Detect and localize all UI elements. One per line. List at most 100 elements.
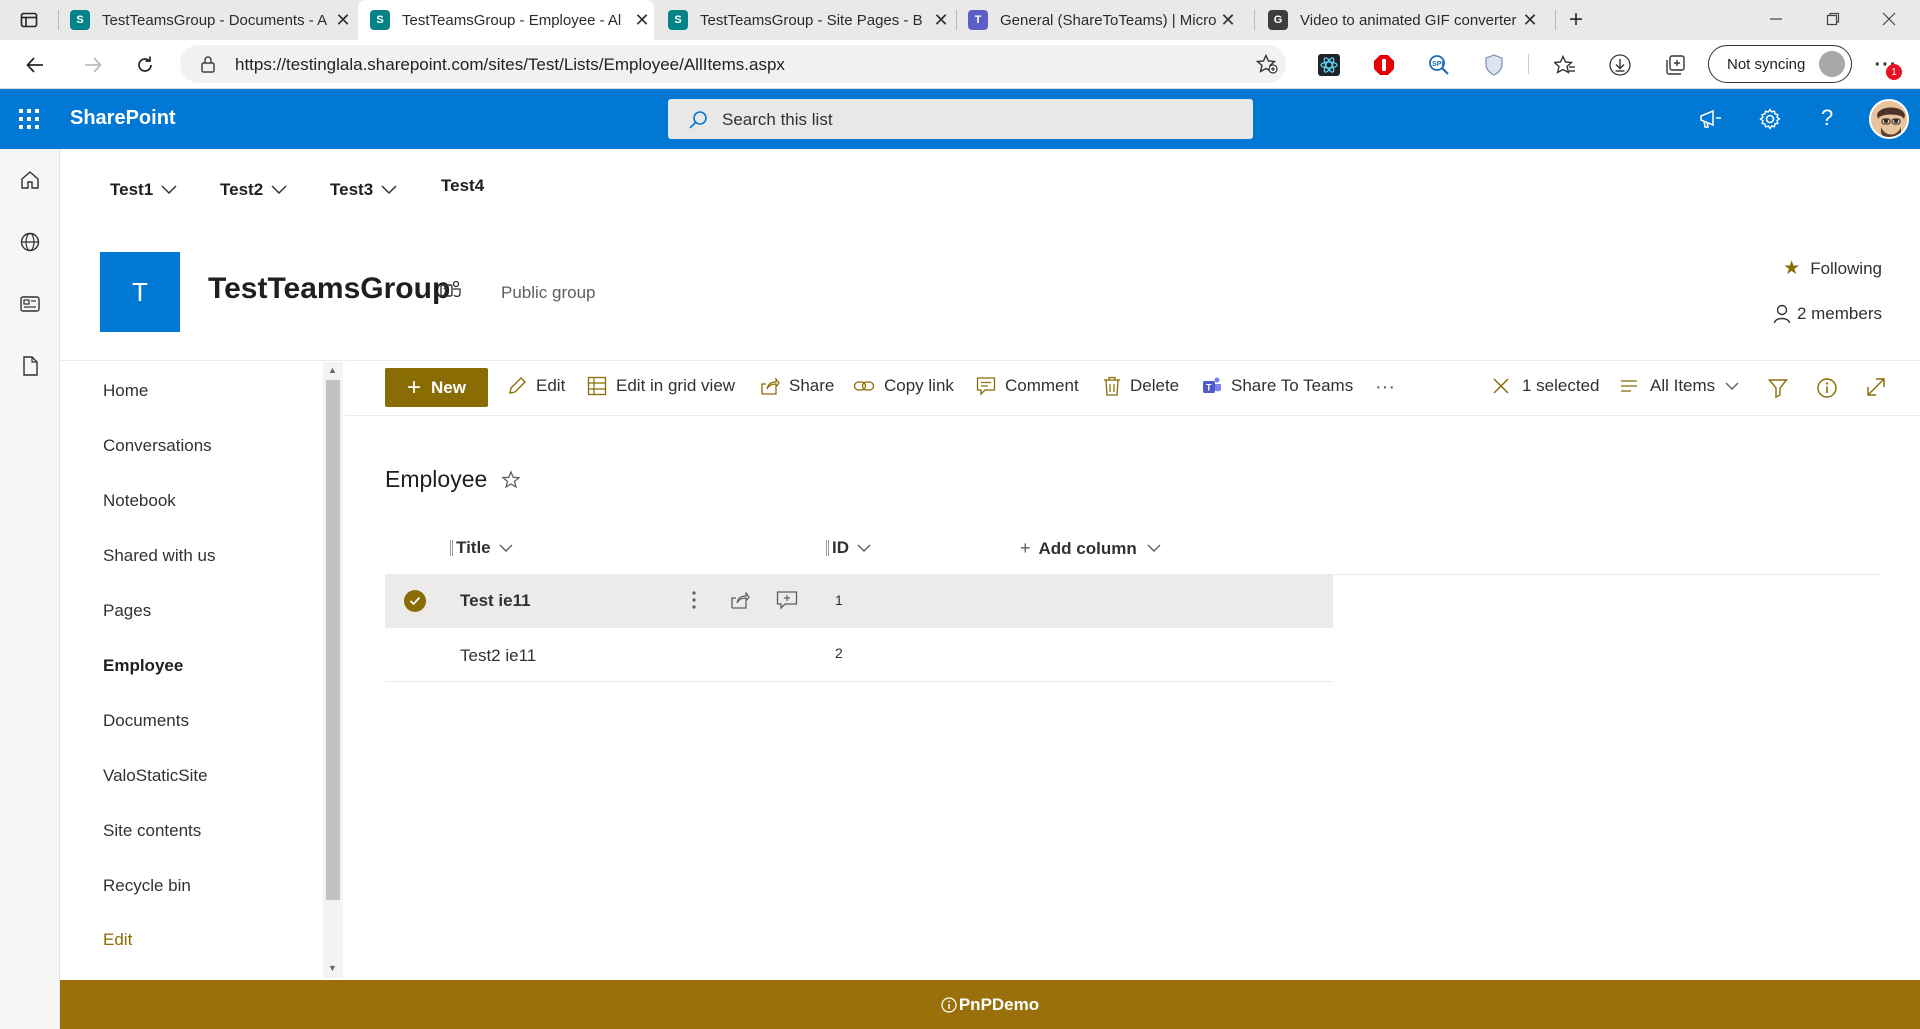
browser-tab-teams[interactable]: T General (ShareToTeams) | Micros ✕ <box>968 0 1240 40</box>
more-actions-icon[interactable] <box>691 589 697 611</box>
nav-notebook[interactable]: Notebook <box>103 491 176 511</box>
copy-link-button[interactable]: Copy link <box>853 376 954 396</box>
forward-icon[interactable] <box>80 52 106 78</box>
user-avatar[interactable] <box>1869 99 1909 139</box>
collections-icon[interactable] <box>1662 52 1688 78</box>
minimize-icon[interactable] <box>1763 6 1789 32</box>
nav-valostaticsite[interactable]: ValoStaticSite <box>103 766 208 786</box>
close-tab-icon[interactable]: ✕ <box>331 10 355 31</box>
copy-link-label: Copy link <box>884 376 954 395</box>
browser-tab-site-pages[interactable]: S TestTeamsGroup - Site Pages - B ✕ <box>668 0 953 40</box>
table-row[interactable]: Test2 ie11 2 <box>385 629 1333 682</box>
close-tab-icon[interactable]: ✕ <box>1518 10 1542 31</box>
nav-documents[interactable]: Documents <box>103 711 189 731</box>
add-column-button[interactable]: + Add column <box>1020 538 1161 559</box>
back-icon[interactable] <box>22 52 48 78</box>
favorite-star-icon[interactable] <box>501 469 521 490</box>
browser-tab-gif-converter[interactable]: G Video to animated GIF converter ✕ <box>1268 0 1542 40</box>
nav-conversations[interactable]: Conversations <box>103 436 212 456</box>
new-button[interactable]: + New <box>385 368 488 407</box>
following-button[interactable]: ★ Following <box>1783 257 1882 280</box>
nav-recycle-bin[interactable]: Recycle bin <box>103 876 191 896</box>
close-window-icon[interactable] <box>1876 6 1902 32</box>
browser-tab-employee[interactable]: S TestTeamsGroup - Employee - Al ✕ <box>358 0 654 40</box>
nav-home[interactable]: Home <box>103 381 148 401</box>
chevron-down-icon <box>381 185 397 195</box>
tab-actions-icon[interactable] <box>16 7 42 33</box>
share-to-teams-button[interactable]: T Share To Teams <box>1202 376 1353 396</box>
topnav-test3[interactable]: Test3 <box>330 180 397 200</box>
star-filled-icon: ★ <box>1783 258 1801 279</box>
comment-button[interactable]: Comment <box>976 376 1079 396</box>
address-toolbar: https://testinglala.sharepoint.com/sites… <box>0 40 1920 89</box>
nav-scrollbar-thumb[interactable] <box>326 380 340 900</box>
filter-icon[interactable] <box>1768 378 1788 398</box>
share-icon[interactable] <box>730 590 752 610</box>
profile-sync-button[interactable]: Not syncing <box>1708 45 1852 83</box>
nav-employee[interactable]: Employee <box>103 656 183 676</box>
topnav-label: Test3 <box>330 180 374 199</box>
close-tab-icon[interactable]: ✕ <box>630 10 654 31</box>
nav-pages[interactable]: Pages <box>103 601 151 621</box>
more-commands-button[interactable]: ··· <box>1375 376 1395 399</box>
refresh-icon[interactable] <box>132 52 158 78</box>
fullscreen-icon[interactable] <box>1866 377 1886 397</box>
cell-title[interactable]: Test ie11 <box>460 591 531 611</box>
document-icon[interactable] <box>19 355 41 377</box>
info-icon[interactable] <box>1816 377 1838 399</box>
nav-edit-link[interactable]: Edit <box>103 930 132 950</box>
nav-site-contents[interactable]: Site contents <box>103 821 201 841</box>
svg-text:SPI: SPI <box>1432 61 1443 68</box>
view-selector[interactable]: All Items <box>1620 376 1739 396</box>
topnav-test2[interactable]: Test2 <box>220 180 287 200</box>
add-favorite-icon[interactable] <box>1256 54 1278 74</box>
shield-icon[interactable] <box>1481 52 1507 78</box>
scroll-up-icon[interactable]: ▲ <box>328 365 337 375</box>
scroll-down-icon[interactable]: ▼ <box>328 963 337 973</box>
delete-button[interactable]: Delete <box>1103 376 1179 396</box>
app-launcher-icon[interactable] <box>19 109 39 129</box>
close-icon <box>1493 378 1509 394</box>
settings-gear-icon[interactable] <box>1758 107 1782 131</box>
restore-icon[interactable] <box>1820 6 1846 32</box>
react-devtools-icon[interactable] <box>1316 52 1342 78</box>
lock-icon[interactable] <box>200 55 216 73</box>
search-input[interactable]: Search this list <box>668 99 1253 139</box>
share-button[interactable]: Share <box>760 376 834 396</box>
members-button[interactable]: 2 members <box>1773 304 1882 324</box>
topnav-test1[interactable]: Test1 <box>110 180 177 200</box>
globe-icon[interactable] <box>19 231 41 253</box>
column-resize-handle[interactable] <box>826 540 829 556</box>
table-row[interactable]: Test ie11 1 <box>385 575 1333 628</box>
close-tab-icon[interactable]: ✕ <box>1216 10 1240 31</box>
cell-title[interactable]: Test2 ie11 <box>460 646 536 666</box>
topnav-test4[interactable]: Test4 <box>441 176 484 196</box>
members-label: 2 members <box>1796 304 1882 323</box>
adblock-icon[interactable] <box>1371 52 1397 78</box>
favorites-icon[interactable] <box>1552 52 1578 78</box>
add-comment-icon[interactable] <box>776 590 798 610</box>
column-header-id[interactable]: ID <box>826 538 871 558</box>
news-icon[interactable] <box>19 293 41 315</box>
home-icon[interactable] <box>19 169 41 191</box>
browser-tab-documents[interactable]: S TestTeamsGroup - Documents - A ✕ <box>70 0 355 40</box>
sp-editor-icon[interactable]: SPI <box>1426 52 1452 78</box>
url-text[interactable]: https://testinglala.sharepoint.com/sites… <box>235 55 785 75</box>
edit-button[interactable]: Edit <box>507 376 565 396</box>
edit-grid-button[interactable]: Edit in grid view <box>587 376 735 396</box>
new-tab-icon[interactable]: + <box>1563 6 1589 33</box>
downloads-icon[interactable] <box>1607 52 1633 78</box>
site-title[interactable]: TestTeamsGroup <box>208 272 450 306</box>
column-header-title[interactable]: Title <box>450 538 513 558</box>
teams-icon[interactable]: T <box>440 280 462 300</box>
row-checked-icon[interactable] <box>404 590 426 612</box>
site-logo[interactable]: T <box>100 252 180 332</box>
sharepoint-brand[interactable]: SharePoint <box>70 107 176 130</box>
help-icon[interactable]: ? <box>1821 105 1833 131</box>
url-bar[interactable]: https://testinglala.sharepoint.com/sites… <box>180 45 1286 83</box>
selection-indicator[interactable]: 1 selected <box>1492 376 1600 396</box>
nav-shared-with-us[interactable]: Shared with us <box>103 546 215 566</box>
column-resize-handle[interactable] <box>450 540 453 556</box>
close-tab-icon[interactable]: ✕ <box>929 10 953 31</box>
megaphone-icon[interactable] <box>1699 109 1723 129</box>
